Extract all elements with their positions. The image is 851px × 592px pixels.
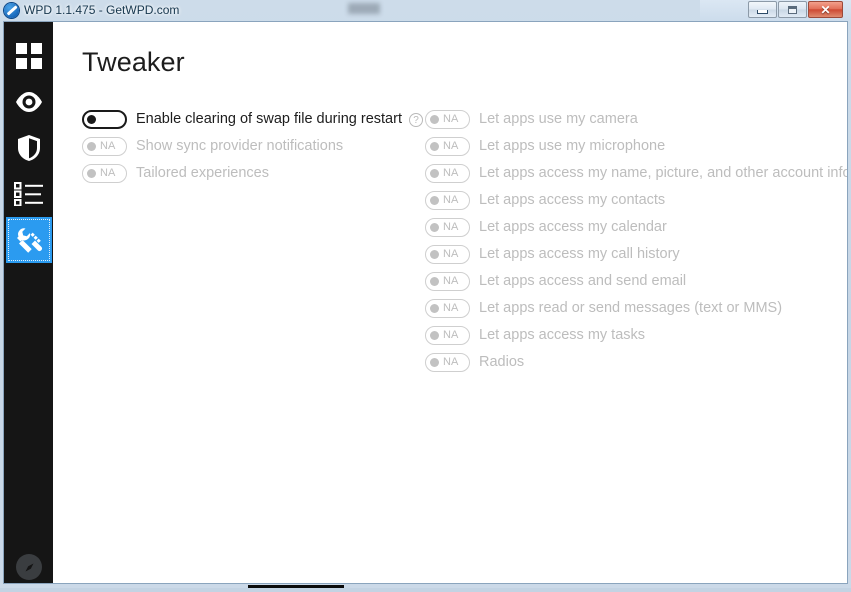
toggle-apps-contacts: NA (425, 191, 470, 210)
toggle-na-label: NA (443, 248, 459, 260)
toggle-knob (430, 277, 439, 286)
close-icon: ✕ (820, 2, 831, 17)
title-bar-artifact (348, 3, 380, 14)
toggle-swap-file-clearing[interactable] (82, 110, 127, 129)
option-row: NA Let apps access my call history (425, 241, 845, 268)
toggle-knob (430, 223, 439, 232)
compass-icon (16, 554, 42, 580)
maximize-button[interactable] (778, 1, 807, 18)
sidebar (4, 22, 53, 583)
toggle-apps-account-info: NA (425, 164, 470, 183)
toggle-show-sync-provider-notifications: NA (82, 137, 127, 156)
toggle-knob (430, 142, 439, 151)
page-title: Tweaker (82, 47, 185, 77)
option-label: Let apps access and send email (479, 273, 687, 289)
option-label: Radios (479, 354, 525, 370)
toggle-knob (430, 115, 439, 124)
wpd-logo-icon (4, 3, 19, 18)
application-window: WPD 1.1.475 - GetWPD.com ✕ Tweaker Enabl… (0, 0, 851, 592)
toggle-na-label: NA (100, 140, 116, 152)
option-row: NA Show sync provider notifications (82, 133, 427, 160)
toggle-na-label: NA (443, 113, 459, 125)
toggle-na-label: NA (443, 275, 459, 287)
toggle-knob (430, 169, 439, 178)
option-row[interactable]: Enable clearing of swap file during rest… (82, 106, 427, 133)
maximize-icon (788, 5, 797, 14)
option-row: NA Let apps use my microphone (425, 133, 845, 160)
minimize-icon (757, 10, 768, 14)
sidebar-item-defender[interactable] (6, 125, 52, 171)
toggle-knob (87, 142, 96, 151)
option-label: Let apps access my name, picture, and ot… (479, 165, 848, 181)
toggle-apps-tasks: NA (425, 326, 470, 345)
sidebar-item-about[interactable] (6, 544, 52, 583)
option-label: Let apps access my contacts (479, 192, 666, 208)
toggle-knob (87, 169, 96, 178)
desktop-bottom-edge (0, 588, 851, 592)
toggle-knob (430, 196, 439, 205)
shield-icon (18, 135, 40, 161)
option-row: NA Tailored experiences (82, 160, 427, 187)
client-area: Tweaker Enable clearing of swap file dur… (3, 21, 848, 584)
toggle-na-label: NA (100, 167, 116, 179)
option-row: NA Let apps access my calendar (425, 214, 845, 241)
toggle-knob (430, 304, 439, 313)
option-label: Enable clearing of swap file during rest… (136, 111, 402, 127)
toggle-na-label: NA (443, 329, 459, 341)
option-row: NA Let apps read or send messages (text … (425, 295, 845, 322)
toggle-na-label: NA (443, 194, 459, 206)
toggle-knob (87, 115, 96, 124)
option-label: Tailored experiences (136, 165, 269, 181)
toggle-na-label: NA (443, 167, 459, 179)
toggle-knob (430, 250, 439, 259)
option-row: NA Let apps use my camera (425, 106, 845, 133)
option-row: NA Let apps access my tasks (425, 322, 845, 349)
toggle-apps-messages: NA (425, 299, 470, 318)
option-row: NA Radios (425, 349, 845, 376)
toggle-apps-microphone: NA (425, 137, 470, 156)
toggle-radios: NA (425, 353, 470, 372)
grid-icon (16, 43, 42, 69)
options-column-right: NA Let apps use my camera NA Let apps us… (425, 106, 848, 376)
option-row: NA Let apps access and send email (425, 268, 845, 295)
list-icon (14, 182, 43, 206)
toggle-apps-camera: NA (425, 110, 470, 129)
sidebar-item-privacy[interactable] (6, 79, 52, 125)
sidebar-item-dashboard[interactable] (6, 33, 52, 79)
option-label: Let apps access my call history (479, 246, 680, 262)
wrench-tools-icon (17, 228, 42, 253)
close-button[interactable]: ✕ (808, 1, 843, 18)
option-label: Let apps use my camera (479, 111, 638, 127)
main-panel: Tweaker Enable clearing of swap file dur… (53, 22, 848, 583)
option-label: Let apps access my calendar (479, 219, 667, 235)
option-label: Let apps read or send messages (text or … (479, 300, 783, 316)
title-bar[interactable]: WPD 1.1.475 - GetWPD.com ✕ (0, 0, 851, 21)
minimize-button[interactable] (748, 1, 777, 18)
toggle-na-label: NA (443, 302, 459, 314)
options-column-left: Enable clearing of swap file during rest… (82, 106, 427, 187)
sidebar-item-rules[interactable] (6, 171, 52, 217)
toggle-na-label: NA (443, 356, 459, 368)
toggle-knob (430, 331, 439, 340)
window-title: WPD 1.1.475 - GetWPD.com (24, 3, 180, 17)
question-circle-icon[interactable]: ? (408, 112, 423, 127)
toggle-na-label: NA (443, 140, 459, 152)
option-label: Show sync provider notifications (136, 138, 344, 154)
option-label: Let apps access my tasks (479, 327, 646, 343)
option-label: Let apps use my microphone (479, 138, 666, 154)
toggle-apps-calendar: NA (425, 218, 470, 237)
option-row: NA Let apps access my contacts (425, 187, 845, 214)
eye-icon (16, 92, 42, 112)
toggle-na-label: NA (443, 221, 459, 233)
toggle-tailored-experiences: NA (82, 164, 127, 183)
toggle-knob (430, 358, 439, 367)
option-row: NA Let apps access my name, picture, and… (425, 160, 848, 187)
toggle-apps-email: NA (425, 272, 470, 291)
toggle-apps-call-history: NA (425, 245, 470, 264)
sidebar-item-tweaker[interactable] (6, 217, 52, 263)
